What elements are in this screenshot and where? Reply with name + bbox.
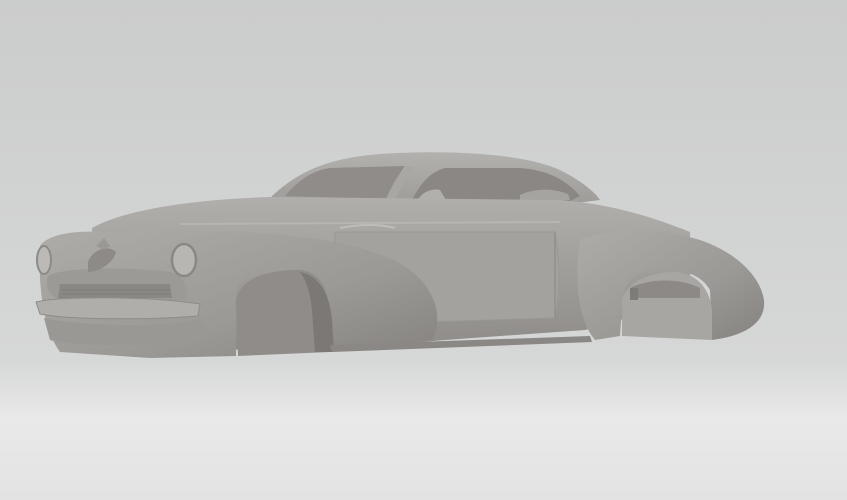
headlight-right — [170, 242, 198, 278]
headlight-left — [36, 245, 52, 275]
3d-model-viewport[interactable] — [0, 0, 847, 500]
rear-axle-bracket — [630, 288, 638, 300]
front-bumper — [35, 297, 201, 320]
scene-canvas[interactable] — [0, 0, 847, 500]
grille — [58, 284, 172, 298]
